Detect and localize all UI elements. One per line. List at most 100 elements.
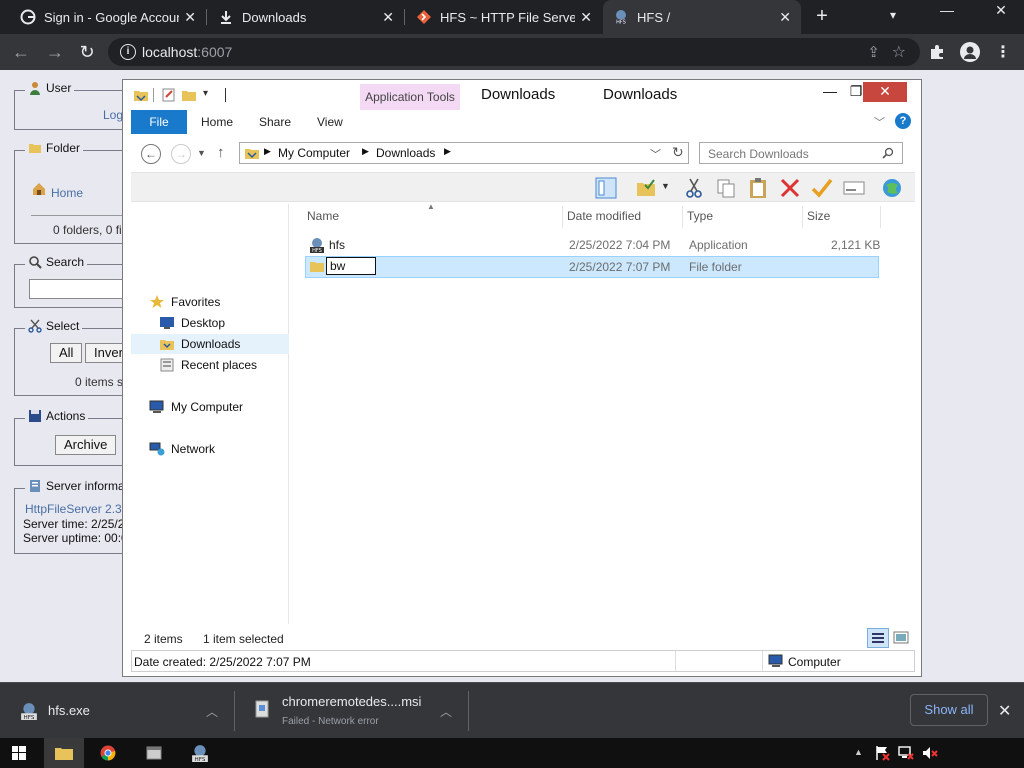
search-icon (882, 147, 894, 159)
tab-file[interactable]: File (131, 110, 187, 134)
close-icon[interactable]: ✕ (779, 9, 791, 26)
chevron-down-icon[interactable]: ▼ (661, 181, 670, 191)
large-icons-view-icon[interactable] (893, 630, 909, 646)
info-icon[interactable]: i (120, 44, 136, 60)
start-button[interactable] (0, 738, 40, 768)
expand-ribbon-icon[interactable]: ﹀ (874, 114, 885, 130)
properties-icon[interactable] (161, 88, 177, 102)
column-header-date-modified[interactable]: Date modified (563, 206, 683, 228)
back-button[interactable]: ← (10, 41, 32, 63)
nav-downloads[interactable]: Downloads (131, 334, 289, 354)
close-icon[interactable]: ✕ (382, 9, 394, 26)
rename-check-icon[interactable] (811, 177, 833, 199)
new-tab-button[interactable]: + (812, 6, 832, 26)
flag-alert-icon[interactable] (874, 745, 890, 761)
back-button[interactable]: ← (141, 144, 161, 164)
nav-network[interactable]: Network (149, 439, 215, 459)
taskbar-chrome[interactable] (88, 738, 128, 768)
close-button[interactable]: ✕ (863, 82, 907, 102)
application-tools-tab[interactable]: Application Tools (360, 84, 460, 110)
up-arrow-icon[interactable]: ↑ (217, 144, 225, 161)
address-row: ← → ▼ ↑ ▶ My Computer ▶ Downloads ▶ ﹀ ↻ … (131, 138, 915, 168)
tab-view[interactable]: View (309, 110, 351, 134)
close-icon[interactable]: ✕ (998, 701, 1011, 721)
show-all-button[interactable]: Show all (910, 694, 988, 726)
network-tray-icon[interactable] (898, 745, 914, 761)
select-all-button[interactable]: All (50, 343, 83, 363)
download-item-hfs[interactable]: HFS hfs.exe ︿ (0, 683, 232, 739)
more-menu-icon[interactable]: ⋮ (995, 42, 1011, 62)
customize-qat-icon[interactable]: ▾ (203, 88, 217, 102)
profile-avatar-icon[interactable] (960, 42, 980, 62)
paste-clipboard-icon[interactable] (747, 177, 769, 199)
chevron-up-icon[interactable]: ︿ (206, 703, 218, 720)
delete-x-icon[interactable] (779, 177, 801, 199)
column-header-size[interactable]: Size (803, 206, 881, 228)
details-view-icon[interactable] (867, 628, 889, 648)
nav-favorites[interactable]: Favorites (149, 292, 220, 312)
archive-button[interactable]: Archive (55, 435, 117, 455)
close-window-button[interactable]: ✕ (978, 0, 1024, 22)
breadcrumb-separator-icon[interactable]: ▶ (362, 146, 369, 157)
forward-button[interactable]: → (44, 41, 66, 63)
close-icon[interactable]: ✕ (580, 9, 592, 26)
reload-button[interactable]: ↻ (76, 41, 98, 63)
chevron-up-icon[interactable]: ︿ (440, 703, 452, 720)
preview-pane-icon[interactable] (595, 177, 617, 199)
home-icon (33, 183, 45, 195)
nav-my-computer[interactable]: My Computer (149, 397, 243, 417)
breadcrumb-my-computer[interactable]: My Computer (278, 146, 350, 160)
close-icon[interactable]: ✕ (184, 9, 196, 26)
home-link[interactable]: Home (51, 186, 83, 200)
tab-share[interactable]: Share (251, 110, 299, 134)
column-header-type[interactable]: Type (683, 206, 803, 228)
new-folder-icon[interactable] (181, 88, 197, 102)
rename-input[interactable]: bw (326, 257, 376, 275)
breadcrumb-separator-icon[interactable]: ▶ (264, 146, 271, 157)
hfs-icon: HFS (615, 10, 627, 25)
tray-overflow-icon[interactable]: ▲ (854, 747, 863, 757)
download-item-chromeremote[interactable]: chromeremotedes....msi Failed - Network … (236, 683, 468, 739)
refresh-icon[interactable]: ↻ (672, 144, 684, 161)
tab-google-account[interactable]: Sign in - Google Account ✕ (10, 0, 206, 34)
explorer-address-bar[interactable]: ▶ My Computer ▶ Downloads ▶ ﹀ ↻ (239, 142, 689, 164)
address-dropdown-icon[interactable]: ﹀ (650, 146, 661, 162)
column-header-name[interactable]: Name (303, 206, 563, 228)
properties-window-icon[interactable] (843, 177, 865, 199)
taskbar-file-explorer[interactable] (44, 738, 84, 768)
tab-title: HFS ~ HTTP File Server d (440, 9, 575, 25)
tab-hfs-homepage[interactable]: HFS ~ HTTP File Server d ✕ (406, 0, 602, 34)
server-version-link[interactable]: HttpFileServer 2.3m (25, 502, 132, 516)
volume-muted-icon[interactable] (922, 745, 938, 761)
folder-icon[interactable] (133, 88, 149, 102)
bookmark-star-icon[interactable]: ☆ (892, 42, 906, 62)
globe-icon[interactable] (881, 177, 903, 199)
tab-title: Sign in - Google Account (44, 9, 179, 25)
nav-recent-places[interactable]: Recent places (159, 355, 257, 375)
tab-home[interactable]: Home (193, 110, 241, 134)
taskbar-app-window[interactable] (134, 738, 174, 768)
chevron-down-icon[interactable]: ▾ (890, 8, 896, 22)
explorer-search-input[interactable]: Search Downloads (699, 142, 903, 164)
tab-hfs-root[interactable]: HFS HFS / ✕ (603, 0, 801, 34)
hfs-search-input[interactable] (29, 279, 133, 299)
cut-scissors-icon[interactable] (683, 177, 705, 199)
forward-button[interactable]: → (171, 144, 191, 164)
recent-locations-icon[interactable]: ▼ (197, 148, 206, 158)
nav-desktop[interactable]: Desktop (159, 313, 225, 333)
address-bar[interactable]: i localhost:6007 ⇪ ☆ (108, 38, 920, 66)
breadcrumb-separator-icon[interactable]: ▶ (444, 146, 451, 157)
minimize-window-button[interactable]: — (924, 0, 970, 22)
minimize-button[interactable]: — (817, 82, 843, 102)
file-row-bw[interactable]: bw 2/25/2022 7:07 PM File folder (305, 256, 879, 278)
file-row-hfs[interactable]: HFS hfs 2/25/2022 7:04 PM Application 2,… (305, 235, 880, 255)
share-icon[interactable]: ⇪ (867, 43, 880, 61)
extensions-puzzle-icon[interactable] (928, 43, 946, 61)
tab-downloads[interactable]: Downloads ✕ (208, 0, 404, 34)
copy-icon[interactable] (715, 177, 737, 199)
folder-check-icon[interactable] (635, 177, 657, 199)
breadcrumb-downloads[interactable]: Downloads (376, 146, 435, 160)
taskbar-hfs[interactable]: HFS (180, 738, 220, 768)
help-icon[interactable]: ? (895, 113, 911, 129)
downloads-folder-icon (160, 340, 174, 350)
